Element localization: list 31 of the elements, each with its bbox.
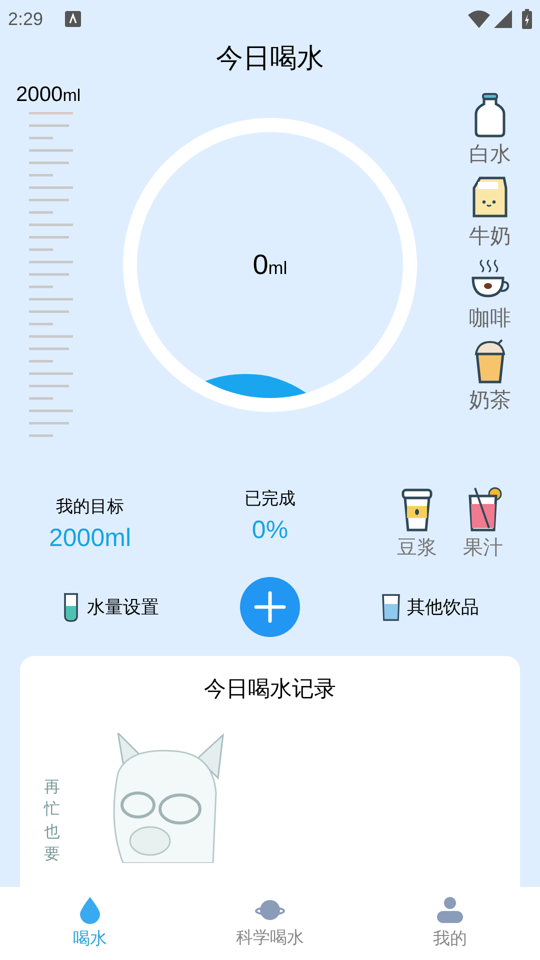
other-drinks-button[interactable]: 其他饮品: [381, 592, 479, 622]
glass-icon: [381, 592, 401, 622]
milk-carton-icon: [470, 174, 510, 220]
drink-button[interactable]: 果汁: [463, 486, 503, 558]
drink-button[interactable]: 豆浆: [397, 486, 437, 558]
test-tube-icon: [61, 592, 81, 622]
nav-tab[interactable]: 喝水: [0, 887, 180, 960]
water-settings-button[interactable]: 水量设置: [61, 592, 159, 622]
drink-button[interactable]: 牛奶: [469, 174, 511, 254]
goal-label: 我的目标: [56, 496, 124, 518]
completed-value: 0%: [252, 514, 288, 546]
record-title: 今日喝水记录: [204, 675, 336, 703]
drink-button[interactable]: 白水: [469, 92, 511, 172]
completed-label: 已完成: [244, 488, 296, 510]
status-time: 2:29: [8, 8, 44, 30]
person-icon: [436, 896, 464, 924]
wifi-icon: [468, 10, 490, 28]
nav-tab[interactable]: 我的: [360, 887, 540, 960]
intake-amount: 0ml: [252, 248, 288, 282]
battery-icon: [522, 9, 532, 29]
page-title: 今日喝水: [216, 42, 324, 75]
drink-button[interactable]: 咖啡: [469, 256, 511, 336]
plus-icon: [254, 591, 286, 623]
goal-value: 2000ml: [49, 522, 131, 554]
slogan-text: 再忙也要: [44, 778, 60, 866]
signal-icon: [494, 10, 512, 28]
drink-button[interactable]: 奶茶: [469, 338, 511, 418]
nav-tab[interactable]: 科学喝水: [180, 887, 360, 960]
keyboard-icon: [65, 11, 82, 27]
water-drop-icon: [78, 896, 102, 924]
scale-max-label: 2000ml: [16, 84, 82, 105]
